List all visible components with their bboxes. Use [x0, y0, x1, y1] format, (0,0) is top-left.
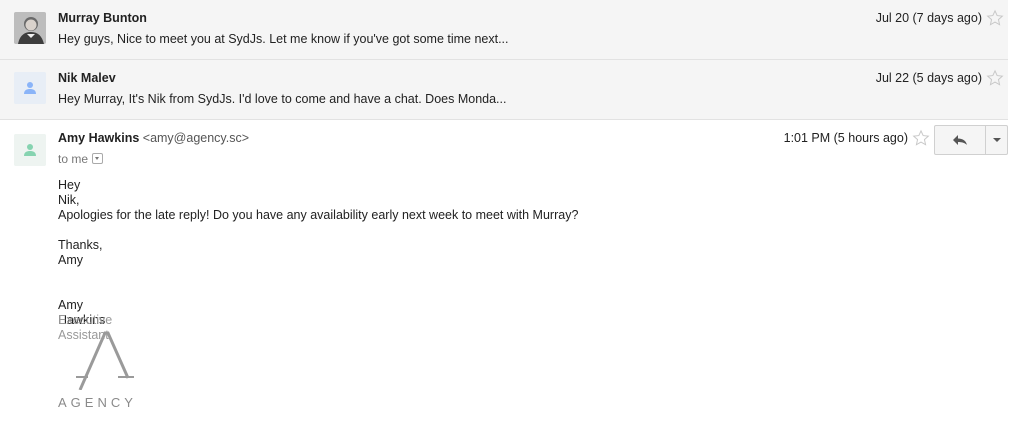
avatar	[14, 72, 46, 104]
sender-name: Murray Bunton	[58, 11, 147, 25]
avatar	[14, 134, 46, 166]
star-icon[interactable]	[986, 69, 1004, 87]
message-snippet: Hey Murray, It's Nik from SydJs. I'd lov…	[58, 92, 507, 106]
more-options-button[interactable]	[986, 126, 1007, 154]
closing-name: Amy	[58, 253, 83, 267]
message-row-nik[interactable]: Nik Malev Hey Murray, It's Nik from SydJ…	[0, 60, 1008, 120]
logo-text: AGENCY	[58, 395, 137, 410]
body-paragraph: Apologies for the late reply! Do you hav…	[58, 208, 579, 222]
person-icon	[14, 72, 46, 104]
recipient-label: to me	[58, 152, 89, 166]
greeting-text: Hey Nik,	[58, 178, 81, 207]
sender-name: Nik Malev	[58, 71, 116, 85]
agency-logo: AGENCY	[58, 331, 158, 412]
chevron-down-icon	[992, 138, 1001, 142]
star-icon[interactable]	[912, 129, 930, 147]
message-row-murray[interactable]: Murray Bunton Hey guys, Nice to meet you…	[0, 0, 1008, 60]
message-date: Jul 20 (7 days ago)	[875, 11, 982, 25]
reply-button-group	[934, 125, 1008, 155]
chevron-down-icon[interactable]	[92, 153, 104, 165]
closing-line: Thanks,	[58, 238, 103, 252]
recipient-details-toggle[interactable]: to me	[58, 152, 104, 166]
reply-button[interactable]	[935, 126, 986, 154]
sender-email: <amy@agency.sc>	[142, 131, 250, 145]
star-icon[interactable]	[986, 9, 1004, 27]
message-date: 1:01 PM (5 hours ago)	[783, 131, 908, 145]
closing: Thanks, Amy	[58, 238, 102, 268]
message-snippet: Hey guys, Nice to meet you at SydJs. Let…	[58, 32, 509, 46]
sender-name: Amy Hawkins <amy@agency.sc>	[58, 131, 249, 145]
sender-display-name: Amy Hawkins	[58, 131, 140, 145]
person-icon	[14, 134, 46, 166]
reply-icon	[953, 135, 967, 145]
avatar	[14, 12, 46, 44]
open-message: Amy Hawkins <amy@agency.sc> to me 1:01 P…	[0, 120, 1008, 423]
message-date: Jul 22 (5 days ago)	[875, 71, 982, 85]
